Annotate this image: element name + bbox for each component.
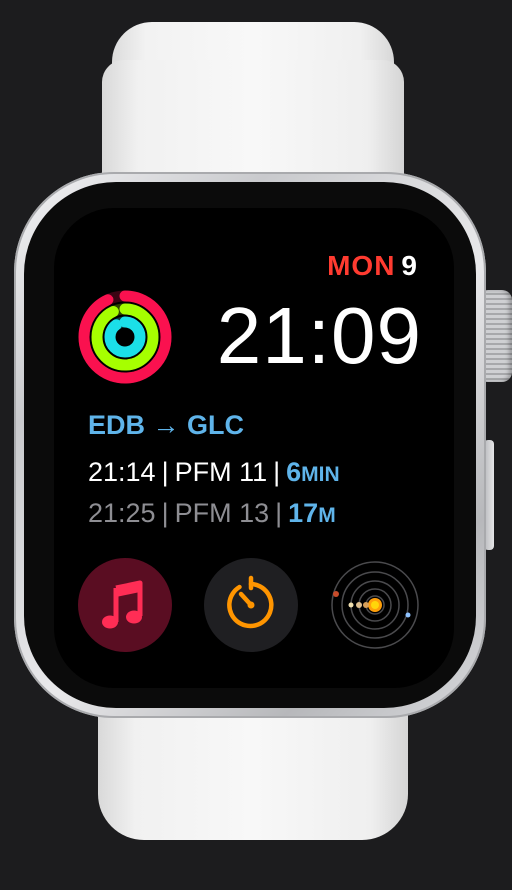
watch-render: MON 9 21:09 EDB → GLC 21:14 | PFM 11 | 6MIN: [0, 0, 512, 890]
clock-time: 21:09: [216, 291, 422, 380]
solar-system-complication[interactable]: [328, 558, 422, 652]
departure-row-1: 21:14 | PFM 11 | 6MIN: [88, 457, 340, 487]
solar-system-icon: [331, 561, 419, 649]
watch-screen[interactable]: MON 9 21:09 EDB → GLC 21:14 | PFM 11 | 6MIN: [54, 208, 454, 688]
route-label: EDB → GLC: [88, 410, 428, 441]
music-complication[interactable]: [78, 558, 172, 652]
departure-time: 21:14: [88, 457, 156, 487]
weekday-label: MON: [327, 250, 396, 281]
date-complication[interactable]: MON 9: [327, 250, 418, 282]
departure-platform: PFM 13: [174, 498, 270, 528]
departure-time: 21:25: [88, 498, 156, 528]
activity-rings-icon: [78, 290, 172, 384]
activity-rings-complication[interactable]: [78, 290, 172, 384]
timer-icon: [227, 575, 274, 629]
stand-ring: [104, 316, 146, 358]
route-arrow: →: [152, 410, 180, 440]
departure-platform: PFM 11: [174, 457, 268, 487]
route-from: EDB: [88, 410, 146, 440]
train-times-complication[interactable]: EDB → GLC 21:14 | PFM 11 | 6MIN 21:25 | PFM 13…: [88, 410, 428, 535]
departure-wait: 17M: [288, 498, 336, 528]
day-label: 9: [401, 250, 418, 281]
departure-row-2: 21:25 | PFM 13 | 17M: [88, 498, 336, 528]
music-note-icon: [102, 580, 143, 629]
departure-wait: 6MIN: [286, 457, 340, 487]
timer-complication[interactable]: [204, 558, 298, 652]
route-to: GLC: [187, 410, 245, 440]
